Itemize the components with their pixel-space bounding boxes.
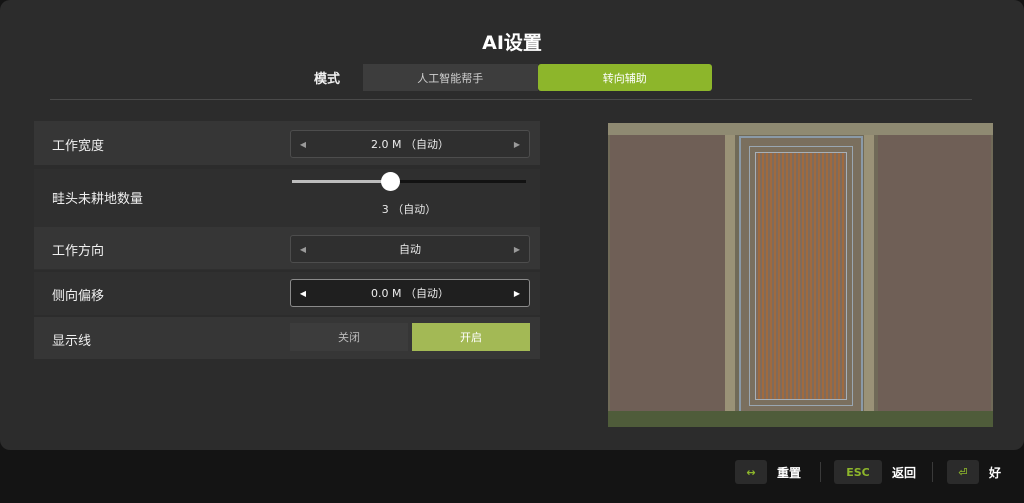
arrow-right-icon[interactable]: ▶ xyxy=(507,236,527,262)
tab-ai-helper[interactable]: 人工智能帮手 xyxy=(363,64,538,91)
preview-boundary-line xyxy=(749,146,853,406)
side-offset-selector[interactable]: ◀ 0.0 M （自动） ▶ xyxy=(290,279,530,307)
tab-steering-assist[interactable]: 转向辅助 xyxy=(537,64,712,91)
page-title: AI设置 xyxy=(482,32,542,54)
preview-field-left xyxy=(610,135,725,411)
back-action[interactable]: ESC 返回 xyxy=(834,459,916,485)
mode-label: 模式 xyxy=(314,72,341,87)
arrow-left-icon[interactable]: ◀ xyxy=(293,236,313,262)
footer-divider xyxy=(820,462,821,482)
show-lines-toggle: 关闭 开启 xyxy=(290,323,530,351)
reset-key-icon: ↔ xyxy=(735,460,767,484)
slider-fill xyxy=(292,180,391,183)
show-lines-label: 显示线 xyxy=(52,334,92,349)
back-label: 返回 xyxy=(892,465,917,480)
divider xyxy=(50,99,972,100)
preview-field-right xyxy=(878,135,991,411)
setting-row-side-offset: 侧向偏移 ◀ 0.0 M （自动） ▶ xyxy=(34,272,540,315)
arrow-right-icon[interactable]: ▶ xyxy=(507,131,527,157)
preview-grass xyxy=(608,411,993,427)
toggle-on-option[interactable]: 开启 xyxy=(412,323,530,351)
arrow-left-icon[interactable]: ◀ xyxy=(293,280,313,306)
mode-tabs: 人工智能帮手 转向辅助 xyxy=(363,64,712,91)
work-width-selector[interactable]: ◀ 2.0 M （自动） ▶ xyxy=(290,130,530,158)
arrow-right-icon[interactable]: ▶ xyxy=(507,280,527,306)
side-offset-label: 侧向偏移 xyxy=(52,289,105,304)
work-width-value: 2.0 M （自动） xyxy=(371,138,449,151)
setting-row-work-direction: 工作方向 ◀ 自动 ▶ xyxy=(34,227,540,269)
ok-label: 好 xyxy=(989,465,1002,480)
ok-action[interactable]: ⏎ 好 xyxy=(947,459,1001,485)
work-direction-value: 自动 xyxy=(399,243,421,256)
enter-key-icon: ⏎ xyxy=(947,460,979,484)
setting-row-show-lines: 显示线 关闭 开启 xyxy=(34,317,540,359)
toggle-off-option[interactable]: 关闭 xyxy=(290,323,408,351)
side-offset-value: 0.0 M （自动） xyxy=(371,287,449,300)
reset-action[interactable]: ↔ 重置 xyxy=(735,459,801,485)
reset-label: 重置 xyxy=(777,465,802,480)
work-direction-label: 工作方向 xyxy=(52,244,105,259)
headland-slider[interactable] xyxy=(292,172,526,191)
arrow-left-icon[interactable]: ◀ xyxy=(293,131,313,157)
field-preview-map xyxy=(608,123,993,427)
work-direction-selector[interactable]: ◀ 自动 ▶ xyxy=(290,235,530,263)
preview-road-left xyxy=(725,135,735,411)
preview-selected-field xyxy=(739,136,863,416)
work-width-label: 工作宽度 xyxy=(52,139,105,154)
setting-row-work-width: 工作宽度 ◀ 2.0 M （自动） ▶ xyxy=(34,121,540,165)
esc-key-icon: ESC xyxy=(834,460,882,484)
headland-value: 3 （自动） xyxy=(381,203,437,216)
slider-knob[interactable] xyxy=(381,172,401,191)
preview-road-top xyxy=(608,123,993,135)
footer-divider xyxy=(932,462,933,482)
preview-road-right xyxy=(864,135,874,411)
headland-label: 畦头未耕地数量 xyxy=(52,192,144,207)
preview-work-lines xyxy=(755,152,847,400)
